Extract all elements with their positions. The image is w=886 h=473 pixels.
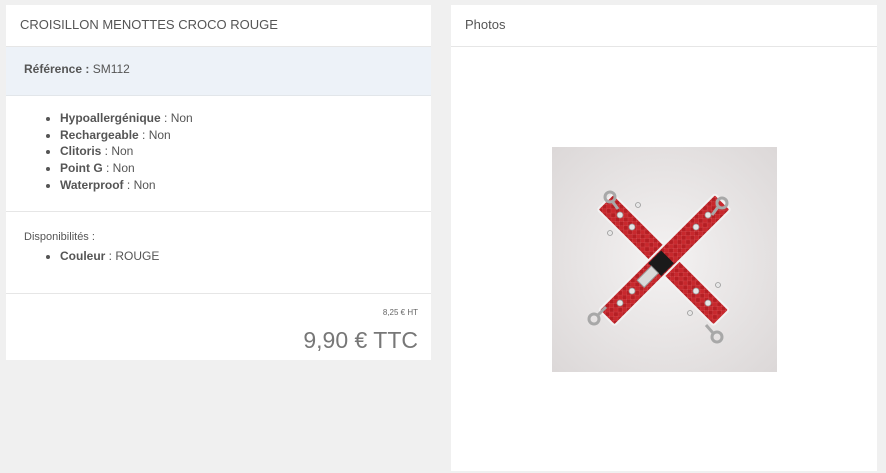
reference-label: Référence : [24, 62, 90, 76]
feature-label: Hypoallergénique [60, 111, 161, 125]
features-list: Hypoallergénique : Non Rechargeable : No… [6, 110, 431, 194]
availability-item: Couleur : ROUGE [60, 248, 431, 265]
availability-label: Disponibilités : [24, 231, 95, 243]
product-info-panel: CROISILLON MENOTTES CROCO ROUGE Référenc… [6, 5, 431, 360]
feature-value: : Non [160, 111, 193, 125]
photos-panel: Photos [451, 5, 877, 471]
product-title: CROISILLON MENOTTES CROCO ROUGE [6, 5, 431, 47]
feature-value: : Non [101, 144, 134, 159]
feature-value: : Non [102, 161, 135, 176]
feature-item: Rechargeable : Non [60, 127, 431, 144]
features-section: Hypoallergénique : Non Rechargeable : No… [6, 96, 431, 212]
reference-value: SM112 [92, 62, 130, 76]
price-section: 8,25 € HT 9,90 € TTC [6, 294, 431, 360]
product-image [552, 147, 777, 372]
availability-option-label: Couleur [60, 249, 106, 263]
feature-label: Rechargeable [60, 127, 139, 142]
product-photo[interactable] [552, 147, 777, 372]
availability-section: Disponibilités : Couleur : ROUGE [6, 212, 431, 294]
feature-value: : Non [138, 127, 171, 142]
feature-label: Waterproof [60, 177, 124, 192]
feature-value: : Non [123, 177, 156, 192]
feature-item: Hypoallergénique : Non [60, 110, 431, 127]
availability-list: Couleur : ROUGE [6, 248, 431, 265]
price-ht: 8,25 € HT [382, 308, 418, 317]
feature-label: Point G [60, 161, 103, 176]
feature-item: Clitoris : Non [60, 143, 431, 160]
feature-item: Point G : Non [60, 160, 431, 177]
reference-row: Référence : SM112 [6, 47, 431, 96]
feature-label: Clitoris [60, 144, 102, 159]
price-ttc: 9,90 € TTC [303, 327, 418, 353]
feature-item: Waterproof : Non [60, 177, 431, 194]
availability-option-value: : ROUGE [105, 249, 160, 263]
photos-title: Photos [451, 5, 877, 47]
